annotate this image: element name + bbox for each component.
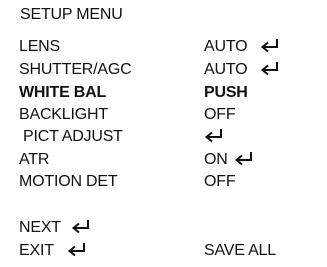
menu-item-value: OFF <box>204 106 236 123</box>
menu-item-label: WHITE BAL <box>19 84 107 101</box>
menu-item-shutter-agc[interactable]: SHUTTER/AGC AUTO <box>0 61 327 81</box>
menu-item-value: PUSH <box>204 84 248 101</box>
next-label: NEXT <box>19 219 61 236</box>
enter-return-arrow-icon[interactable] <box>260 61 280 77</box>
menu-item-label: BACKLIGHT <box>19 106 108 123</box>
enter-return-arrow-icon[interactable] <box>67 242 87 258</box>
menu-next[interactable]: NEXT <box>0 219 327 239</box>
menu-item-white-bal[interactable]: WHITE BAL PUSH <box>0 84 327 104</box>
menu-item-label: PICT ADJUST <box>23 128 123 145</box>
menu-title: SETUP MENU <box>20 6 123 23</box>
menu-item-motion-det[interactable]: MOTION DET OFF <box>0 173 327 193</box>
menu-item-label: LENS <box>19 38 60 55</box>
menu-item-atr[interactable]: ATR ON <box>0 151 327 171</box>
menu-item-label: MOTION DET <box>19 173 118 190</box>
menu-item-value: OFF <box>204 173 236 190</box>
atr-value: ON <box>204 151 228 168</box>
menu-item-label: NEXT <box>19 219 91 237</box>
menu-item-value: AUTO <box>204 38 280 56</box>
menu-item-backlight[interactable]: BACKLIGHT OFF <box>0 106 327 126</box>
enter-return-arrow-icon[interactable] <box>234 151 254 167</box>
menu-item-value <box>204 128 224 146</box>
setup-menu-screen: SETUP MENU LENS AUTO SHUTTER/AGC AUTO WH… <box>0 0 327 267</box>
enter-return-arrow-icon[interactable] <box>260 38 280 54</box>
menu-exit-row: EXIT SAVE ALL <box>0 242 327 262</box>
enter-return-arrow-icon[interactable] <box>71 219 91 235</box>
menu-item-value: AUTO <box>204 61 280 79</box>
menu-item-label: SHUTTER/AGC <box>19 61 132 78</box>
menu-item-lens[interactable]: LENS AUTO <box>0 38 327 58</box>
shutter-agc-value: AUTO <box>204 61 248 78</box>
menu-item-value: ON <box>204 151 254 169</box>
menu-item-label: ATR <box>19 151 50 168</box>
menu-exit[interactable]: EXIT <box>19 242 87 260</box>
menu-item-pict-adjust[interactable]: PICT ADJUST <box>0 128 327 148</box>
enter-return-arrow-icon[interactable] <box>204 128 224 144</box>
save-all-option[interactable]: SAVE ALL <box>204 242 276 260</box>
lens-value: AUTO <box>204 38 248 55</box>
exit-label: EXIT <box>19 242 54 259</box>
